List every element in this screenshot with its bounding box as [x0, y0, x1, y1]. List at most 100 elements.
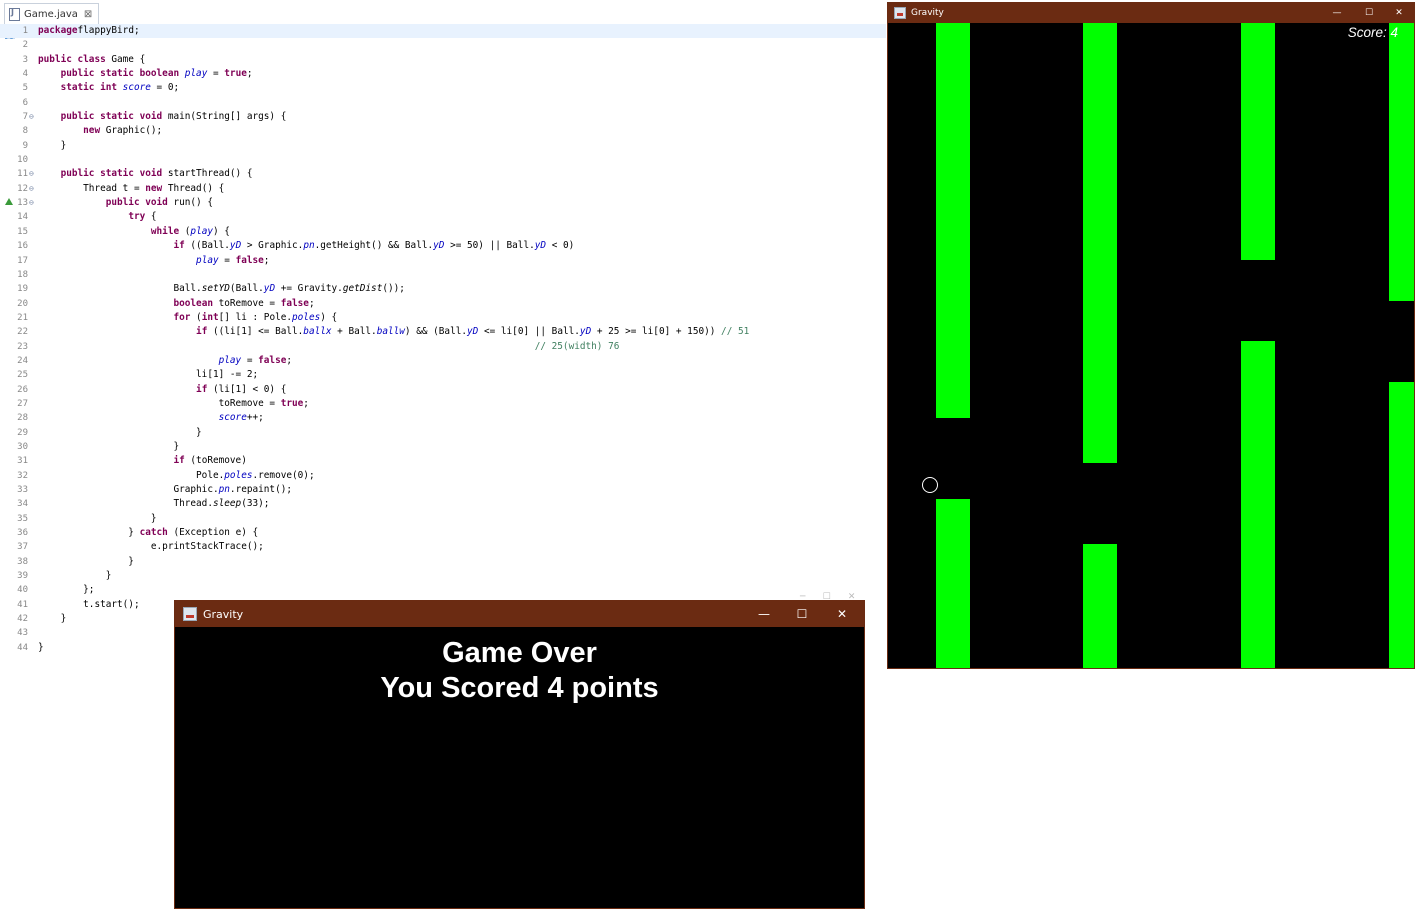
code-line[interactable]: 19 Ball.setYD(Ball.yD += Gravity.getDist…	[0, 282, 886, 296]
code-text: try {	[38, 210, 157, 224]
code-token: }	[38, 527, 140, 539]
fold-toggle-icon[interactable]: ⊖	[29, 110, 34, 124]
code-line[interactable]: 33 Graphic.pn.repaint();	[0, 483, 886, 497]
code-line[interactable]: 20 boolean toRemove = false;	[0, 297, 886, 311]
close-icon[interactable]: ⊠	[84, 9, 92, 20]
code-text: packageflappyBird;	[38, 24, 140, 38]
code-line[interactable]: 40 };	[0, 583, 886, 597]
code-line[interactable]: 12 ⊖ Thread t = new Thread() {	[0, 182, 886, 196]
code-line[interactable]: 38 }	[0, 555, 886, 569]
code-line[interactable]: 28 score++;	[0, 411, 886, 425]
code-text: new Graphic();	[38, 124, 162, 138]
code-line[interactable]: 4 public static boolean play = true;	[0, 67, 886, 81]
code-line[interactable]: 3 public class Game {	[0, 53, 886, 67]
pole-bottom	[1389, 382, 1414, 668]
fold-toggle-icon[interactable]: ⊖	[29, 182, 34, 196]
code-line[interactable]: 13 ⊖ public void run() {	[0, 196, 886, 210]
code-token: ());	[382, 283, 405, 295]
code-line[interactable]: 24 play = false;	[0, 354, 886, 368]
code-line[interactable]: 5 static int score = 0;	[0, 81, 886, 95]
line-number: 10	[17, 155, 28, 166]
code-line[interactable]: 15 while (play) {	[0, 225, 886, 239]
code-token: ;	[308, 297, 315, 309]
code-text: }	[38, 612, 67, 626]
code-token: .remove(0);	[252, 469, 315, 481]
code-text: if ((Ball.yD > Graphic.pn.getHeight() &&…	[38, 239, 574, 253]
code-line[interactable]: 29 }	[0, 426, 886, 440]
code-line[interactable]: 9 }	[0, 139, 886, 153]
code-text: Pole.poles.remove(0);	[38, 469, 315, 483]
line-number: 27	[17, 398, 28, 409]
code-token: [] li : Pole.	[218, 311, 293, 323]
close-button[interactable]: ✕	[830, 601, 854, 627]
code-text: // 25(width) 76	[38, 340, 620, 354]
code-token: };	[38, 584, 95, 596]
code-line[interactable]: 31 if (toRemove)	[0, 454, 886, 468]
line-number: 11	[17, 169, 28, 180]
line-number: 5	[22, 83, 28, 94]
code-line[interactable]: 18	[0, 268, 886, 282]
pole-top	[1389, 23, 1414, 301]
code-token: package	[38, 25, 78, 36]
fold-toggle-icon[interactable]: ⊖	[29, 196, 34, 210]
maximize-button[interactable]: ☐	[790, 601, 814, 627]
code-line[interactable]: 39 }	[0, 569, 886, 583]
code-token: ) {	[213, 225, 230, 237]
code-token: }	[38, 440, 180, 452]
code-text: if (toRemove)	[38, 454, 246, 468]
code-token: ) {	[320, 311, 338, 323]
code-line[interactable]: 37 e.printStackTrace();	[0, 540, 886, 554]
code-line[interactable]: 30 }	[0, 440, 886, 454]
close-button[interactable]: ✕	[1388, 3, 1410, 23]
line-number: 1	[22, 26, 28, 36]
pole-top	[936, 23, 970, 418]
fold-toggle-icon[interactable]: ⊖	[29, 167, 34, 181]
code-token: }	[38, 641, 44, 653]
code-text: public void run() {	[38, 196, 213, 210]
code-line[interactable]: 11 ⊖ public static void startThread() {	[0, 167, 886, 181]
code-line[interactable]: 10	[0, 153, 886, 167]
code-line[interactable]: 16 if ((Ball.yD > Graphic.pn.getHeight()…	[0, 239, 886, 253]
code-line[interactable]: 35 }	[0, 512, 886, 526]
code-line[interactable]: 2	[0, 38, 886, 52]
minimize-button[interactable]: —	[752, 601, 776, 627]
game-over-window[interactable]: Gravity — ☐ ✕ Game Over You Scored 4 poi…	[174, 600, 865, 909]
code-token: static int	[60, 82, 123, 94]
code-line[interactable]: 34 Thread.sleep(33);	[0, 497, 886, 511]
code-line[interactable]: 32 Pole.poles.remove(0);	[0, 469, 886, 483]
line-number: 30	[17, 441, 28, 452]
code-line[interactable]: 17 play = false;	[0, 254, 886, 268]
code-line[interactable]: 8 new Graphic();	[0, 124, 886, 138]
code-line[interactable]: 7 ⊖ public static void main(String[] args…	[0, 110, 886, 124]
code-line[interactable]: 1 packageflappyBird;	[0, 24, 886, 39]
game-over-titlebar[interactable]: Gravity — ☐ ✕	[175, 601, 864, 627]
code-line[interactable]: 6	[0, 96, 886, 110]
code-area[interactable]: 1 packageflappyBird; 2 3 public class Game {…	[0, 24, 886, 655]
pole-bottom	[1083, 544, 1117, 668]
code-text: }	[38, 641, 44, 655]
java-app-icon	[183, 607, 197, 621]
code-line[interactable]: 23 // 25(width) 76	[0, 340, 886, 354]
code-token: {	[150, 211, 157, 223]
code-line[interactable]: 25 li[1] -= 2;	[0, 368, 886, 382]
code-line[interactable]: 26 if (li[1] < 0) {	[0, 383, 886, 397]
code-line[interactable]: 22 if ((li[1] <= Ball.ballx + Ball.ballw…	[0, 325, 886, 339]
minimize-button[interactable]: —	[1326, 3, 1348, 23]
tab-game-java[interactable]: Game.java ⊠	[4, 3, 100, 24]
code-line[interactable]: 14 try {	[0, 210, 886, 224]
code-line[interactable]: 27 toRemove = true;	[0, 397, 886, 411]
code-line[interactable]: 36 } catch (Exception e) {	[0, 526, 886, 540]
code-text: public static void startThread() {	[38, 167, 253, 181]
code-token: ++;	[246, 412, 264, 424]
code-editor[interactable]: Game.java ⊠ 1 packageflappyBird;23public …	[0, 0, 886, 656]
maximize-button[interactable]: ☐	[1358, 3, 1380, 23]
code-line[interactable]: 21 for (int[] li : Pole.poles) {	[0, 311, 886, 325]
game-window-titlebar[interactable]: Gravity — ☐ ✕	[888, 3, 1414, 23]
game-window[interactable]: Gravity — ☐ ✕ Score: 4	[887, 2, 1415, 669]
